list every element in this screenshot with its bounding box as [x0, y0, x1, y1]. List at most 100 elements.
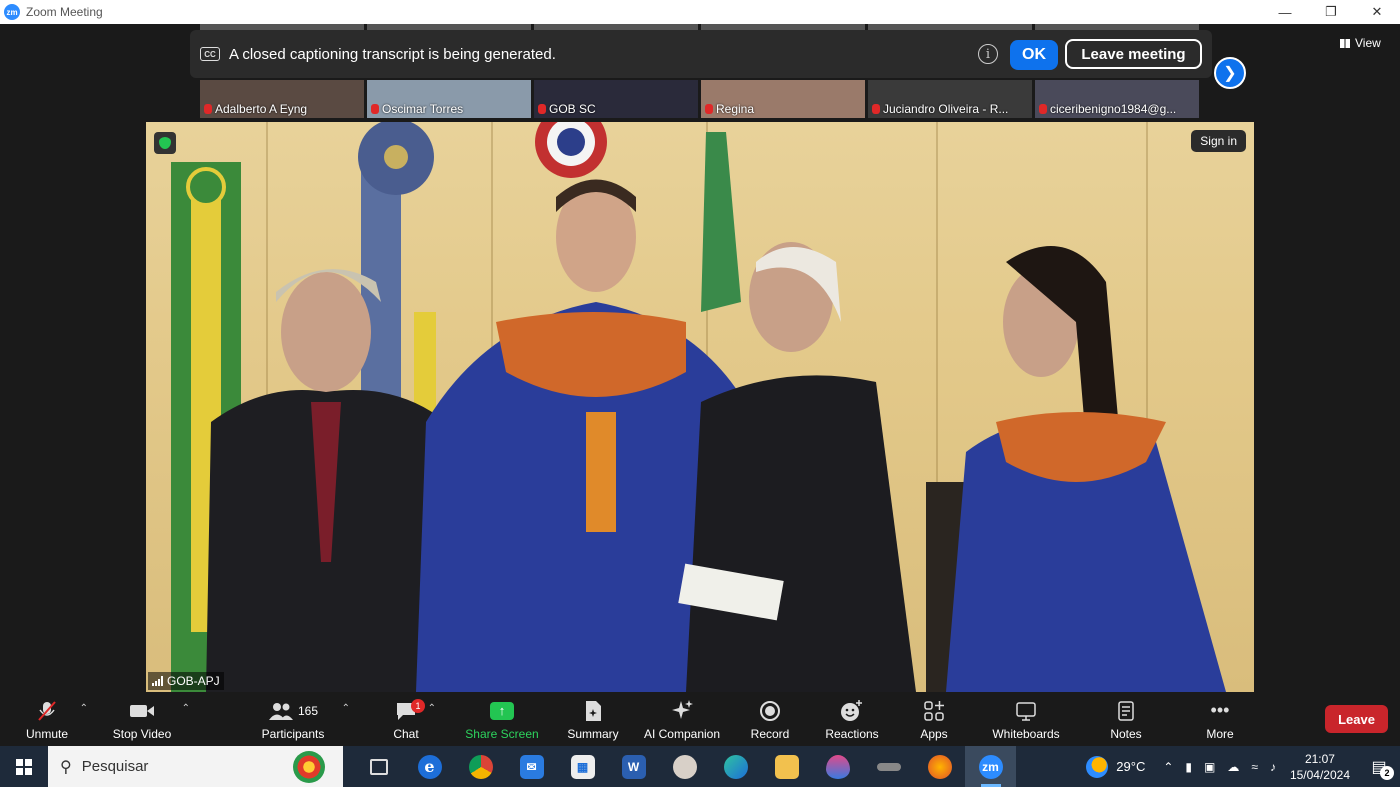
taskbar-app-pen[interactable]: [863, 746, 914, 787]
search-highlight-icon[interactable]: [293, 751, 325, 783]
sign-in-button[interactable]: Sign in: [1191, 130, 1246, 152]
summary-button[interactable]: Summary: [563, 693, 623, 746]
record-label: Record: [750, 726, 790, 741]
taskbar-file-explorer[interactable]: [761, 746, 812, 787]
share-screen-icon: ↑: [490, 701, 514, 720]
weather-widget[interactable]: 29°C: [1086, 755, 1145, 778]
start-button[interactable]: [0, 746, 48, 787]
ok-button[interactable]: OK: [1010, 40, 1058, 70]
participant-name: Adalberto A Eyng: [215, 102, 308, 116]
reactions-button[interactable]: Reactions: [822, 693, 882, 746]
zoom-app-icon: zm: [4, 4, 20, 20]
taskbar-word[interactable]: W: [608, 746, 659, 787]
volume-icon[interactable]: ♪: [1270, 760, 1276, 774]
notes-button[interactable]: Notes: [1106, 693, 1146, 746]
stop-video-button[interactable]: Stop Video ⌃: [108, 693, 190, 746]
drop-icon: [825, 754, 850, 779]
task-view-icon: [369, 758, 388, 775]
signal-bars-icon: [152, 676, 163, 686]
chevron-right-icon: ❯: [1223, 65, 1237, 82]
participant-thumbnail[interactable]: Juciandro Oliveira - R...: [868, 80, 1032, 118]
taskbar-firefox[interactable]: [914, 746, 965, 787]
info-icon[interactable]: i: [978, 44, 998, 64]
muted-mic-icon: [538, 104, 546, 114]
taskbar-mail[interactable]: ✉: [506, 746, 557, 787]
taskbar-paint[interactable]: [659, 746, 710, 787]
unmute-button[interactable]: Unmute ⌃: [20, 693, 88, 746]
chevron-up-icon[interactable]: ⌃: [428, 703, 436, 714]
participant-name: Regina: [716, 102, 755, 116]
muted-mic-icon: [371, 104, 379, 114]
taskbar-internet-explorer[interactable]: e: [404, 746, 455, 787]
taskbar-edge[interactable]: [710, 746, 761, 787]
ai-companion-label: AI Companion: [643, 726, 721, 741]
muted-mic-icon: [204, 104, 212, 114]
next-page-button[interactable]: ❯: [1214, 57, 1246, 89]
more-label: More: [1206, 726, 1234, 741]
leave-button[interactable]: Leave: [1325, 705, 1388, 733]
apps-button[interactable]: Apps: [914, 693, 954, 746]
chevron-up-icon[interactable]: ⌃: [80, 703, 88, 714]
word-icon: W: [621, 754, 646, 779]
smiley-icon: [840, 699, 864, 723]
meet-now-icon[interactable]: ▣: [1204, 760, 1215, 774]
unmute-label: Unmute: [25, 726, 69, 741]
more-button[interactable]: ••• More: [1200, 693, 1240, 746]
encryption-shield-icon[interactable]: [154, 132, 176, 154]
closed-caption-icon: CC: [200, 47, 220, 61]
notification-count: 2: [1380, 765, 1394, 780]
task-view-button[interactable]: [353, 746, 404, 787]
participants-icon: 165: [268, 699, 318, 723]
apps-label: Apps: [920, 726, 948, 741]
system-tray: 29°C ⌃ ▮ ▣ ☁ ≈ ♪ 21:07 15/04/2024 ▤ 2: [1086, 746, 1400, 787]
participant-thumbnail[interactable]: ciceribenigno1984@g...: [1035, 80, 1199, 118]
leave-meeting-button[interactable]: Leave meeting: [1065, 39, 1202, 69]
chevron-up-icon[interactable]: ⌃: [182, 703, 190, 714]
participant-thumbnail[interactable]: Adalberto A Eyng: [200, 80, 364, 118]
participants-button[interactable]: 165 Participants ⌃: [258, 693, 350, 746]
ai-companion-button[interactable]: AI Companion: [640, 693, 724, 746]
chevron-up-icon[interactable]: ⌃: [342, 703, 350, 714]
meeting-area: Adalberto A Eyng Oscimar Torres GOB SC R…: [0, 24, 1400, 693]
participant-thumbnail[interactable]: GOB SC: [534, 80, 698, 118]
internet-explorer-icon: e: [417, 754, 442, 779]
chat-button[interactable]: 1 Chat ⌃: [390, 693, 436, 746]
caption-banner: CC A closed captioning transcript is bei…: [190, 30, 1212, 78]
battery-icon[interactable]: ▮: [1185, 760, 1192, 774]
video-scene: [171, 122, 1226, 692]
participant-thumbnail[interactable]: Oscimar Torres: [367, 80, 531, 118]
whiteboards-button[interactable]: Whiteboards: [988, 693, 1064, 746]
share-screen-button[interactable]: ↑ Share Screen: [464, 693, 540, 746]
participant-thumbnail[interactable]: Regina: [701, 80, 865, 118]
wifi-icon[interactable]: ≈: [1251, 760, 1258, 774]
minimize-button[interactable]: —: [1262, 0, 1308, 24]
view-button[interactable]: View: [1340, 36, 1381, 50]
more-dots-icon: •••: [1210, 700, 1230, 720]
summary-icon: [584, 699, 602, 723]
mail-icon: ✉: [519, 754, 544, 779]
chat-icon: 1: [395, 698, 425, 723]
muted-mic-icon: [1039, 104, 1047, 114]
clock-date: 15/04/2024: [1289, 767, 1350, 782]
thumbnail-strip: Adalberto A Eyng Oscimar Torres GOB SC R…: [200, 80, 1200, 118]
record-button[interactable]: Record: [748, 693, 792, 746]
notification-center[interactable]: ▤ 2: [1364, 752, 1394, 782]
windows-taskbar: ⚲ Pesquisar e ✉ ▦ W zm 29°C ⌃ ▮ ▣ ☁ ≈ ♪: [0, 746, 1400, 787]
grid-view-icon: [1340, 38, 1350, 48]
close-button[interactable]: ✕: [1354, 0, 1400, 24]
restore-button[interactable]: ❐: [1308, 0, 1354, 24]
taskbar-search[interactable]: ⚲ Pesquisar: [48, 746, 343, 787]
taskbar-zoom[interactable]: zm: [965, 746, 1016, 787]
taskbar-store[interactable]: ▦: [557, 746, 608, 787]
chevron-up-icon[interactable]: ⌃: [1163, 760, 1173, 774]
clock[interactable]: 21:07 15/04/2024: [1290, 751, 1350, 783]
taskbar-app-drop[interactable]: [812, 746, 863, 787]
muted-mic-icon: [705, 104, 713, 114]
onedrive-icon[interactable]: ☁: [1227, 760, 1239, 774]
main-video[interactable]: Sign in GOB-APJ: [146, 122, 1254, 692]
participants-count: 165: [297, 703, 319, 718]
pen-icon: [876, 762, 901, 771]
participant-name: GOB SC: [549, 102, 596, 116]
summary-label: Summary: [567, 726, 619, 741]
taskbar-chrome[interactable]: [455, 746, 506, 787]
